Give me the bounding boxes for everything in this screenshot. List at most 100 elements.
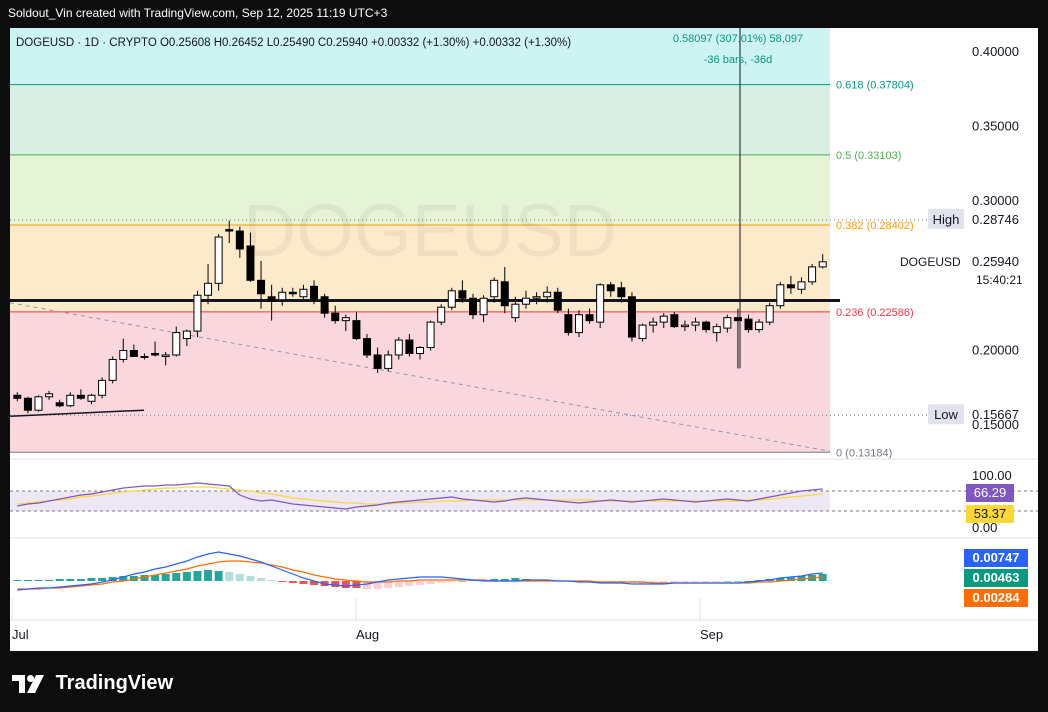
- bar-countdown: 15:40:21: [976, 273, 1023, 287]
- candle-body: [331, 312, 340, 322]
- fib-level-label: 0.618 (0.37804): [836, 80, 914, 92]
- macd-histogram-bar: [341, 581, 350, 588]
- candle-body: [267, 296, 276, 302]
- candle-body: [13, 394, 22, 399]
- low-value: 0.15667: [972, 407, 1019, 422]
- y-tick-label: 0.30000: [972, 193, 1019, 208]
- last-price-label: 0.25940: [972, 254, 1019, 269]
- fib-level-label: 0.382 (0.28402): [836, 220, 914, 232]
- macd-value: 0.00463: [973, 570, 1020, 585]
- candle-body: [776, 284, 785, 307]
- high-label: High: [933, 212, 960, 227]
- fib-zone: [10, 84, 830, 155]
- y-tick-label: 0.20000: [972, 343, 1019, 358]
- fib-level-label: 0.5 (0.33103): [836, 150, 901, 162]
- candle-body: [45, 393, 54, 398]
- macd-histogram-bar: [204, 570, 213, 581]
- candle-body: [34, 396, 43, 411]
- macd-histogram-bar: [214, 571, 223, 581]
- candle-body: [161, 354, 170, 357]
- macd-histogram-bar: [172, 573, 181, 581]
- macd-histogram-bar: [76, 579, 85, 581]
- candle-body: [606, 284, 615, 292]
- candle-body: [235, 230, 244, 250]
- candle-body: [532, 296, 541, 299]
- candle-body: [659, 315, 668, 323]
- candle-body: [617, 287, 626, 298]
- candle-body: [437, 306, 446, 323]
- macd-histogram-bar: [691, 581, 700, 582]
- macd-histogram-bar: [34, 580, 43, 581]
- brand-name: TradingView: [55, 672, 174, 695]
- y-tick-label: 0.40000: [972, 44, 1019, 59]
- price-symbol-label: DOGEUSD: [900, 255, 961, 269]
- candle-body: [98, 379, 107, 396]
- candle-body: [511, 303, 520, 319]
- macd-histogram-bar: [712, 581, 721, 582]
- candle-body: [564, 314, 573, 334]
- macd-histogram-bar: [55, 579, 64, 581]
- high-value: 0.28746: [972, 212, 1019, 227]
- candle-body: [341, 317, 350, 322]
- macd-histogram-bar: [723, 581, 732, 582]
- macd-histogram-bar: [161, 574, 170, 581]
- macd-value: 0.00284: [973, 590, 1021, 605]
- candle-body: [500, 281, 509, 307]
- candle-body: [246, 245, 255, 281]
- macd-histogram-bar: [66, 579, 75, 581]
- macd-histogram-bar: [416, 581, 424, 585]
- candle-body: [723, 317, 732, 329]
- macd-histogram-bar: [405, 581, 414, 586]
- macd-histogram-bar: [246, 576, 255, 581]
- tradingview-brand[interactable]: TradingView: [12, 672, 173, 695]
- candle-body: [204, 282, 213, 296]
- fib-zone: [10, 311, 830, 453]
- candle-body: [182, 330, 191, 340]
- measure-label: 0.58097 (307.01%) 58,097: [673, 33, 803, 45]
- candle-body: [299, 288, 308, 298]
- macd-histogram-bar: [23, 580, 32, 581]
- candle-body: [691, 321, 700, 326]
- candle-body: [680, 324, 689, 328]
- candle-body: [225, 229, 234, 232]
- candle-body: [521, 297, 530, 305]
- candle-body: [416, 347, 424, 354]
- macd-histogram-bar: [193, 571, 202, 581]
- macd-histogram-bar: [45, 580, 54, 581]
- candle-body: [490, 279, 499, 298]
- x-tick-label: Jul: [12, 627, 29, 642]
- candle-body: [447, 290, 456, 308]
- candle-body: [151, 352, 160, 356]
- candle-body: [108, 358, 117, 381]
- candle-body: [649, 321, 658, 326]
- macd-histogram-bar: [288, 581, 297, 583]
- macd-histogram-bar: [426, 581, 435, 584]
- candle-body: [468, 297, 477, 316]
- candle-body: [553, 291, 562, 311]
- tradingview-logo-icon: [12, 674, 44, 693]
- candle-body: [818, 261, 827, 268]
- candle-body: [479, 297, 488, 316]
- fib-level-label: 0 (0.13184): [836, 447, 892, 459]
- candle-body: [638, 324, 647, 340]
- macd-histogram-bar: [225, 572, 234, 581]
- candle-body: [808, 266, 817, 283]
- candle-body: [384, 354, 393, 369]
- candle-body: [288, 291, 297, 295]
- candle-body: [129, 350, 138, 357]
- candle-body: [755, 321, 764, 331]
- candle-body: [712, 326, 721, 334]
- macd-histogram-bar: [437, 581, 446, 583]
- candle-body: [797, 281, 806, 290]
- rsi-ma-value: 53.37: [974, 506, 1007, 521]
- price-chart[interactable]: 0.618 (0.37804) 0.5 (0.33103) 0.382 (0.284…: [10, 28, 1038, 651]
- candle-body: [193, 294, 202, 332]
- candle-body: [278, 291, 287, 301]
- chart-panel[interactable]: 0.618 (0.37804) 0.5 (0.33103) 0.382 (0.284…: [10, 28, 1038, 651]
- macd-histogram-bar: [98, 578, 107, 581]
- macd-histogram-bar: [235, 574, 244, 581]
- candle-body: [394, 339, 403, 356]
- macd-histogram-bar: [733, 581, 742, 582]
- candle-body: [627, 296, 636, 338]
- candle-body: [426, 321, 435, 349]
